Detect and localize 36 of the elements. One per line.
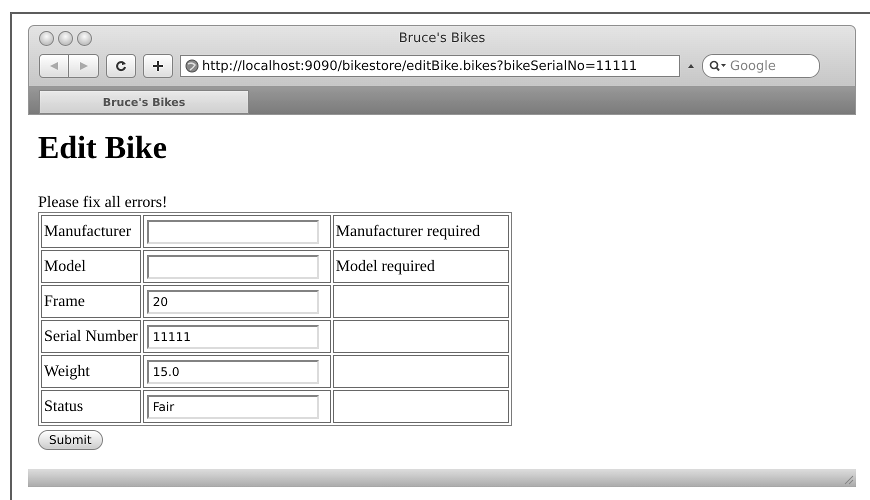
input-field[interactable] xyxy=(146,254,319,278)
field-label: Model xyxy=(41,250,141,283)
window-control-icon[interactable] xyxy=(77,30,92,46)
input-field[interactable]: 20 xyxy=(146,290,319,314)
input-field[interactable]: Fair xyxy=(146,394,319,418)
caret-icon[interactable] xyxy=(687,62,695,70)
window-control-icon[interactable] xyxy=(39,30,54,46)
field-label: Status xyxy=(41,390,141,423)
window-control-icon[interactable] xyxy=(58,30,73,46)
input-field[interactable]: 11111 xyxy=(146,324,319,348)
search-field[interactable]: Google xyxy=(702,54,820,78)
validation-error: Model required xyxy=(332,250,509,283)
field-label: Manufacturer xyxy=(41,215,141,248)
validation-error: Manufacturer required xyxy=(332,215,509,248)
address-field[interactable]: http://localhost:9090/bikestore/editBike.bikes?bikeSerialNo=11111 xyxy=(180,55,680,77)
input-field[interactable] xyxy=(146,220,319,244)
forward-button[interactable] xyxy=(69,54,99,78)
forward-arrow-icon xyxy=(78,61,90,71)
globe-icon xyxy=(185,59,199,73)
error-message: Please fix all errors! xyxy=(38,194,168,212)
back-button[interactable] xyxy=(39,54,69,78)
window-title: Bruce's Bikes xyxy=(398,30,486,46)
add-bookmark-button[interactable] xyxy=(143,54,173,78)
browser-tab[interactable]: Bruce's Bikes xyxy=(39,90,249,114)
submit-button[interactable]: Submit xyxy=(38,430,103,450)
field-label: Serial Number xyxy=(41,320,141,353)
search-icon xyxy=(709,60,727,72)
page-heading: Edit Bike xyxy=(38,129,168,166)
reload-icon xyxy=(115,60,127,72)
plus-icon xyxy=(152,60,164,72)
field-label: Frame xyxy=(41,285,141,318)
back-arrow-icon xyxy=(48,61,60,71)
field-label: Weight xyxy=(41,355,141,388)
input-field[interactable]: 15.0 xyxy=(146,360,319,384)
resize-grip-icon[interactable] xyxy=(842,473,854,485)
reload-button[interactable] xyxy=(106,54,136,78)
